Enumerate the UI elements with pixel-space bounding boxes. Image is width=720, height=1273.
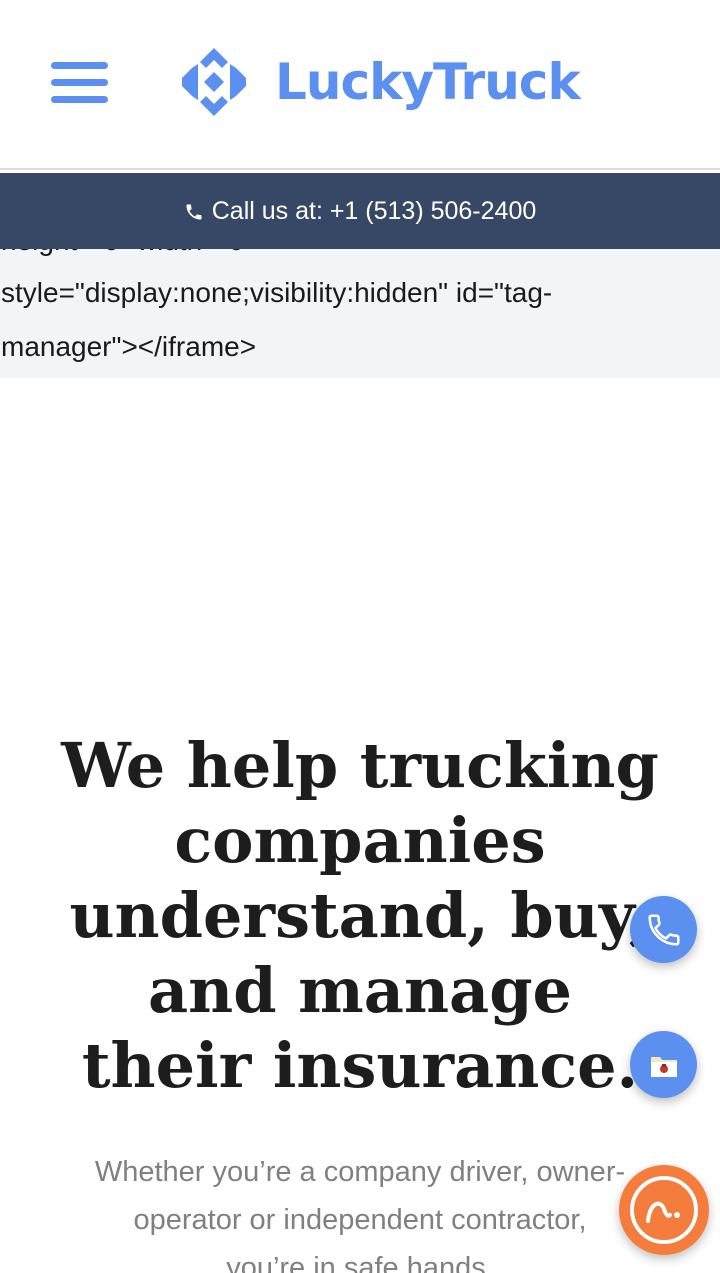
logo[interactable]: LuckyTruck <box>178 46 581 118</box>
floating-quote-button[interactable] <box>630 1031 697 1098</box>
folder-document-icon <box>650 1056 677 1077</box>
call-us-bar[interactable]: Call us at: +1 (513) 506-2400 <box>0 173 720 249</box>
leaked-markup-line: style="display:none;visibility:hidden" i… <box>1 277 553 308</box>
hamburger-menu-icon[interactable] <box>51 62 108 104</box>
luckytruck-diamond-logo-icon <box>182 48 246 116</box>
leaked-markup-line: height="0" width="0" <box>1 249 254 257</box>
chat-widget-button[interactable] <box>619 1165 709 1255</box>
leaked-iframe-markup: height="0" width="0" style="display:none… <box>0 249 720 378</box>
phone-icon <box>186 204 202 220</box>
site-header: LuckyTruck <box>0 0 720 170</box>
call-us-text[interactable]: Call us at: +1 (513) 506-2400 <box>212 197 537 226</box>
leaked-markup-line: manager"></iframe> <box>1 331 257 362</box>
chat-widget-icon <box>630 1176 698 1244</box>
hero-subtitle: Whether you’re a company driver, owner-o… <box>94 1156 626 1273</box>
floating-call-button[interactable] <box>630 896 697 963</box>
logo-text: LuckyTruck <box>275 53 581 111</box>
phone-icon <box>647 913 680 946</box>
hero-title: We help trucking companies understand, b… <box>61 729 659 1102</box>
